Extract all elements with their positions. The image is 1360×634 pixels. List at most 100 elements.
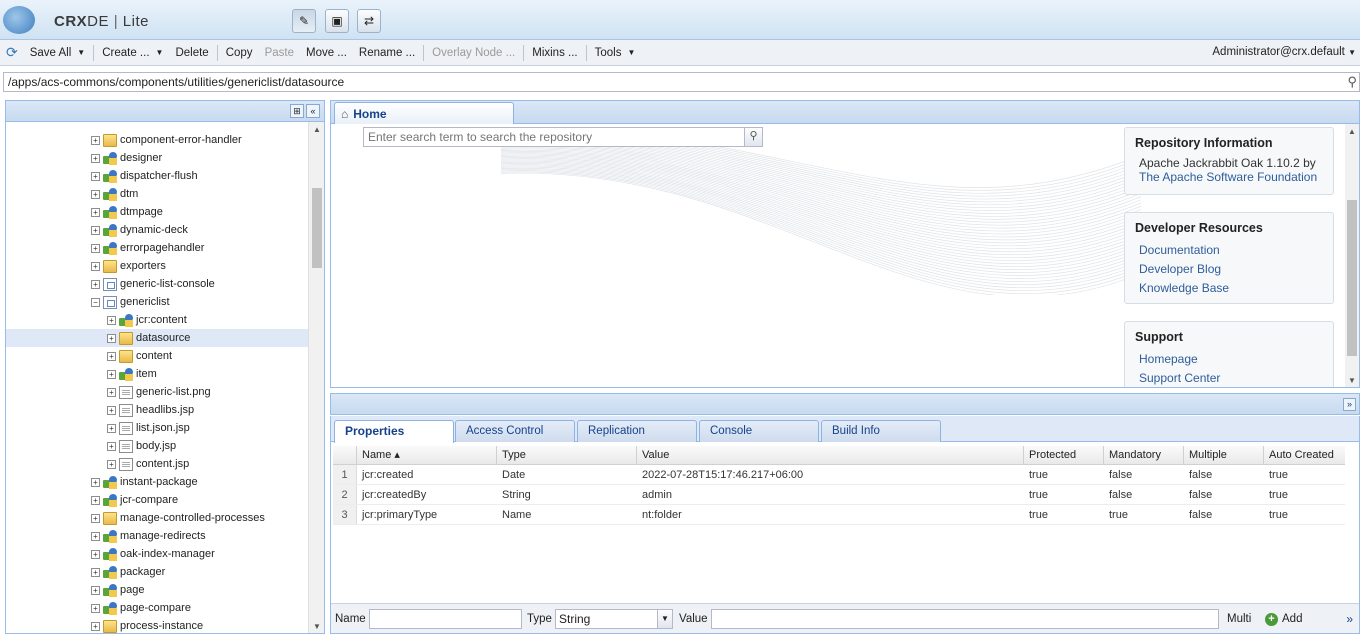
expand-icon[interactable]: + bbox=[91, 621, 100, 631]
scroll-up-icon[interactable]: ▲ bbox=[1348, 127, 1356, 136]
column-header-name[interactable]: Name ▴ bbox=[357, 446, 497, 464]
column-header-multiple[interactable]: Multiple bbox=[1184, 446, 1264, 464]
expand-icon[interactable]: + bbox=[91, 207, 100, 217]
expand-icon[interactable]: + bbox=[107, 459, 116, 469]
tree-node[interactable]: + oak-index-manager bbox=[6, 545, 308, 563]
expand-icon[interactable]: + bbox=[107, 405, 116, 415]
expand-icon[interactable]: + bbox=[91, 189, 100, 199]
tree-node[interactable]: + generic-list.png bbox=[6, 383, 308, 401]
user-menu[interactable]: Administrator@crx.default ▼ bbox=[1212, 46, 1356, 58]
tab-properties[interactable]: Properties bbox=[334, 420, 454, 443]
tab-access-control[interactable]: Access Control bbox=[455, 420, 575, 442]
expand-icon[interactable]: + bbox=[91, 261, 100, 271]
chevron-down-icon[interactable]: ▼ bbox=[657, 610, 672, 628]
search-icon[interactable]: ⚲ bbox=[1347, 74, 1357, 90]
tree-node[interactable]: + errorpagehandler bbox=[6, 239, 308, 257]
expand-icon[interactable]: + bbox=[91, 171, 100, 181]
panel-splitter[interactable]: » bbox=[330, 393, 1360, 415]
collapse-bottom-icon[interactable]: » bbox=[1343, 398, 1356, 411]
tree-node[interactable]: + page-compare bbox=[6, 599, 308, 617]
refresh-icon[interactable]: ⟳ bbox=[6, 44, 18, 61]
column-header-protected[interactable]: Protected bbox=[1024, 446, 1104, 464]
expand-icon[interactable]: + bbox=[107, 351, 116, 361]
support-center-link[interactable]: Support Center bbox=[1135, 369, 1323, 387]
tree-node[interactable]: + packager bbox=[6, 563, 308, 581]
tree-node[interactable]: + manage-redirects bbox=[6, 527, 308, 545]
overlay-node-button[interactable]: Overlay Node ... bbox=[426, 47, 521, 59]
tree-node[interactable]: + dispatcher-flush bbox=[6, 167, 308, 185]
knowledge-base-link[interactable]: Knowledge Base bbox=[1135, 279, 1323, 298]
create-button[interactable]: Create ... ▼ bbox=[96, 47, 169, 59]
package-share-icon[interactable]: ⇄ bbox=[357, 9, 381, 33]
tree-node[interactable]: + dtm bbox=[6, 185, 308, 203]
crxde-tools-icon[interactable]: ✎ bbox=[292, 9, 316, 33]
expand-icon[interactable]: + bbox=[91, 585, 100, 595]
tree-node[interactable]: + datasource bbox=[6, 329, 308, 347]
tree-node[interactable]: + page bbox=[6, 581, 308, 599]
expand-icon[interactable]: + bbox=[107, 387, 116, 397]
tree-node[interactable]: + list.json.jsp bbox=[6, 419, 308, 437]
documentation-link[interactable]: Documentation bbox=[1135, 241, 1323, 260]
repository-search-input[interactable] bbox=[364, 128, 744, 146]
rename-button[interactable]: Rename ... bbox=[353, 47, 421, 59]
expand-icon[interactable]: + bbox=[91, 135, 100, 145]
column-header-mandatory[interactable]: Mandatory bbox=[1104, 446, 1184, 464]
tab-replication[interactable]: Replication bbox=[577, 420, 697, 442]
tree-node[interactable]: + component-error-handler bbox=[6, 131, 308, 149]
column-header-auto-created[interactable]: Auto Created bbox=[1264, 446, 1345, 464]
tree-node[interactable]: + content bbox=[6, 347, 308, 365]
path-input[interactable] bbox=[4, 73, 1339, 91]
developer-blog-link[interactable]: Developer Blog bbox=[1135, 260, 1323, 279]
move-button[interactable]: Move ... bbox=[300, 47, 353, 59]
more-options-button[interactable]: » bbox=[1346, 612, 1353, 626]
expand-icon[interactable]: + bbox=[91, 477, 100, 487]
scrollbar-thumb[interactable] bbox=[1347, 200, 1357, 356]
tree-node[interactable]: + generic-list-console bbox=[6, 275, 308, 293]
delete-button[interactable]: Delete bbox=[169, 47, 214, 59]
expand-icon[interactable]: + bbox=[107, 315, 116, 325]
expand-icon[interactable]: + bbox=[107, 441, 116, 451]
expand-icon[interactable]: + bbox=[91, 513, 100, 523]
paste-button[interactable]: Paste bbox=[259, 47, 300, 59]
tree-node[interactable]: + jcr-compare bbox=[6, 491, 308, 509]
tree-node[interactable]: + exporters bbox=[6, 257, 308, 275]
save-all-button[interactable]: Save All ▼ bbox=[24, 47, 91, 59]
tree-options-icon[interactable]: ⊞ bbox=[290, 104, 304, 118]
expand-icon[interactable]: + bbox=[91, 153, 100, 163]
tree-node[interactable]: + content.jsp bbox=[6, 455, 308, 473]
expand-icon[interactable]: + bbox=[107, 333, 116, 343]
property-type-select[interactable]: String ▼ bbox=[555, 609, 673, 629]
tree-node[interactable]: + dynamic-deck bbox=[6, 221, 308, 239]
mixins-button[interactable]: Mixins ... bbox=[526, 47, 583, 59]
expand-icon[interactable]: + bbox=[91, 225, 100, 235]
expand-icon[interactable]: + bbox=[107, 423, 116, 433]
expand-icon[interactable]: + bbox=[91, 531, 100, 541]
scroll-down-icon[interactable]: ▼ bbox=[313, 622, 321, 631]
scroll-down-icon[interactable]: ▼ bbox=[1348, 376, 1356, 385]
homepage-link[interactable]: Homepage bbox=[1135, 350, 1323, 369]
expand-icon[interactable]: + bbox=[91, 495, 100, 505]
tree-node[interactable]: + headlibs.jsp bbox=[6, 401, 308, 419]
copy-button[interactable]: Copy bbox=[220, 47, 259, 59]
table-row[interactable]: 2 jcr:createdBy String admin true false false t… bbox=[333, 485, 1345, 505]
expand-icon[interactable]: + bbox=[91, 279, 100, 289]
scroll-up-icon[interactable]: ▲ bbox=[313, 125, 321, 134]
multi-toggle[interactable]: Multi bbox=[1227, 613, 1251, 625]
property-value-input[interactable] bbox=[711, 609, 1219, 629]
editor-scrollbar[interactable]: ▲ ▼ bbox=[1345, 124, 1359, 387]
collapse-icon[interactable]: − bbox=[91, 297, 100, 307]
tree-node[interactable]: + instant-package bbox=[6, 473, 308, 491]
tab-console[interactable]: Console bbox=[699, 420, 819, 442]
tree-node[interactable]: + manage-controlled-processes bbox=[6, 509, 308, 527]
tab-build-info[interactable]: Build Info bbox=[821, 420, 941, 442]
tree-node[interactable]: + process-instance bbox=[6, 617, 308, 633]
tree-node[interactable]: + designer bbox=[6, 149, 308, 167]
property-name-input[interactable] bbox=[369, 609, 522, 629]
column-header-value[interactable]: Value bbox=[637, 446, 1024, 464]
scrollbar-thumb[interactable] bbox=[312, 188, 322, 268]
tree-node[interactable]: + dtmpage bbox=[6, 203, 308, 221]
tree-scrollbar[interactable]: ▲ ▼ bbox=[308, 122, 324, 633]
tree-node[interactable]: + item bbox=[6, 365, 308, 383]
collapse-left-icon[interactable]: « bbox=[306, 104, 320, 118]
add-property-button[interactable]: + Add bbox=[1265, 610, 1302, 628]
